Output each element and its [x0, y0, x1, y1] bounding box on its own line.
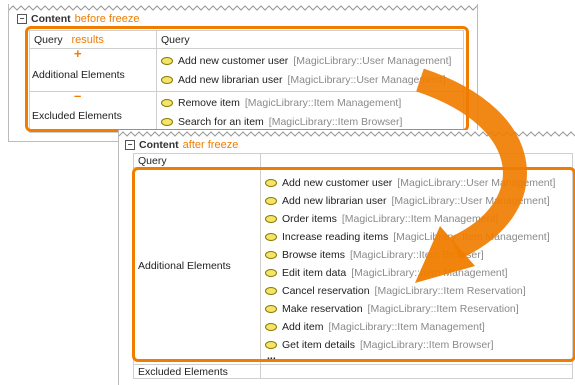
content-header: − Content before freeze	[17, 13, 140, 25]
excluded-elements-label: Excluded Elements	[138, 365, 228, 378]
query-label: Query	[138, 154, 167, 167]
after-freeze-annotation: after freeze	[182, 139, 239, 151]
query-value-cell[interactable]	[260, 153, 573, 168]
excluded-elements-cell: Excluded Elements	[133, 364, 261, 379]
content-title: Content	[31, 13, 71, 25]
before-freeze-annotation: before freeze	[74, 13, 140, 25]
content-title: Content	[139, 139, 179, 151]
content-panel-after: − Content after freeze Query Additional …	[118, 130, 575, 385]
content-panel-before: − Content before freeze Query results Qu…	[8, 4, 478, 142]
collapse-icon[interactable]: −	[17, 14, 27, 24]
highlight-frame-after	[132, 167, 575, 362]
torn-edge	[119, 131, 575, 137]
excluded-items-cell	[260, 364, 573, 379]
content-header: − Content after freeze	[125, 139, 238, 151]
query-label-cell: Query	[133, 153, 261, 168]
collapse-icon[interactable]: −	[125, 140, 135, 150]
highlight-frame-before	[25, 26, 469, 132]
torn-edge	[9, 5, 477, 11]
